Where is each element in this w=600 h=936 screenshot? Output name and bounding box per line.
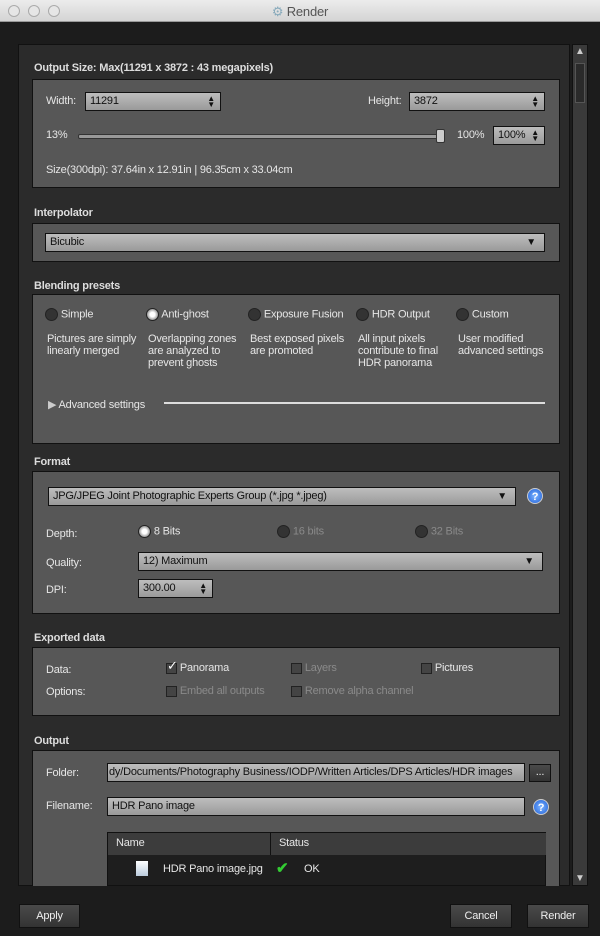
interpolator-select[interactable]: Bicubic ▼ bbox=[45, 233, 545, 252]
output-size-header: Output Size: Max(11291 x 3872 : 43 megap… bbox=[34, 62, 274, 74]
checkbox-icon bbox=[166, 685, 177, 697]
blending-preset-description: All input pixels contribute to final HDR… bbox=[358, 333, 438, 369]
blending-preset-description: User modified advanced settings bbox=[458, 333, 544, 357]
radio-icon bbox=[356, 308, 369, 321]
browse-folder-button[interactable]: ... bbox=[529, 764, 551, 782]
dpi-label: DPI: bbox=[46, 584, 67, 596]
dpi-input[interactable]: 300.00 ▲ ▼ bbox=[138, 579, 213, 598]
radio-icon bbox=[248, 308, 261, 321]
chevron-down-icon: ▼ bbox=[526, 237, 536, 248]
blending-preset-description: Pictures are simply linearly merged bbox=[47, 333, 137, 357]
radio-icon bbox=[45, 308, 58, 321]
title-bar: ⚙ Render bbox=[0, 0, 600, 22]
quality-label: Quality: bbox=[46, 557, 82, 569]
divider bbox=[164, 402, 545, 404]
output-files-table: Name Status HDR Pano image.jpg ✔ OK bbox=[107, 832, 546, 886]
blending-preset-description: Overlapping zones are analyzed to preven… bbox=[148, 333, 237, 369]
filename-input[interactable]: HDR Pano image bbox=[107, 797, 525, 816]
blending-preset-radio[interactable]: Anti-ghost bbox=[146, 308, 209, 321]
scroll-down-icon[interactable]: ▼ bbox=[575, 873, 585, 884]
options-label: Options: bbox=[46, 686, 86, 698]
format-help-icon[interactable]: ? bbox=[527, 488, 543, 504]
exported-panel bbox=[32, 647, 560, 716]
stepper-icon[interactable]: ▲ ▼ bbox=[207, 95, 215, 109]
blending-preset-description: Best exposed pixels are promoted bbox=[250, 333, 345, 357]
output-header: Output bbox=[34, 735, 69, 747]
advanced-settings-toggle[interactable]: ▶ Advanced settings bbox=[48, 398, 145, 411]
scrollbar[interactable]: ▲ ▼ bbox=[572, 44, 588, 886]
filename-label: Filename: bbox=[46, 800, 93, 812]
checkmark-icon: ✓ bbox=[166, 657, 178, 674]
radio-icon bbox=[415, 525, 428, 538]
gear-icon: ⚙ bbox=[271, 4, 284, 19]
layers-checkbox[interactable]: Layers bbox=[291, 662, 337, 674]
exported-header: Exported data bbox=[34, 632, 105, 644]
height-input[interactable]: 3872 ▲ ▼ bbox=[409, 92, 545, 111]
render-button[interactable]: Render bbox=[527, 904, 589, 928]
pictures-checkbox[interactable]: Pictures bbox=[421, 662, 473, 674]
checkbox-icon bbox=[291, 662, 302, 674]
cancel-button[interactable]: Cancel bbox=[450, 904, 512, 928]
filename-help-icon[interactable]: ? bbox=[533, 799, 549, 815]
blending-preset-radio[interactable]: Custom bbox=[456, 308, 509, 321]
stepper-icon[interactable]: ▲ ▼ bbox=[199, 582, 207, 596]
depth-label: Depth: bbox=[46, 528, 78, 540]
radio-icon bbox=[146, 308, 159, 321]
radio-icon bbox=[277, 525, 290, 538]
apply-button[interactable]: Apply bbox=[19, 904, 80, 928]
scrollbar-thumb[interactable] bbox=[575, 63, 585, 103]
data-label: Data: bbox=[46, 664, 72, 676]
embed-outputs-checkbox[interactable]: Embed all outputs bbox=[166, 685, 265, 697]
depth-8bit-radio[interactable]: 8 Bits bbox=[138, 525, 180, 538]
scale-slider[interactable] bbox=[78, 129, 445, 143]
blending-preset-radio[interactable]: Simple bbox=[45, 308, 93, 321]
interpolator-header: Interpolator bbox=[34, 207, 93, 219]
file-icon bbox=[136, 861, 148, 876]
scale-input[interactable]: 100% ▲ ▼ bbox=[493, 126, 545, 145]
format-select[interactable]: JPG/JPEG Joint Photographic Experts Grou… bbox=[48, 487, 516, 506]
width-input[interactable]: 11291 ▲ ▼ bbox=[85, 92, 221, 111]
column-header-status[interactable]: Status bbox=[271, 833, 546, 855]
slider-handle[interactable] bbox=[436, 129, 445, 143]
radio-icon bbox=[138, 525, 151, 538]
panorama-checkbox[interactable]: ✓ Panorama bbox=[166, 657, 229, 674]
checkbox-icon bbox=[421, 662, 432, 674]
scale-min-label: 13% bbox=[46, 129, 68, 141]
remove-alpha-checkbox[interactable]: Remove alpha channel bbox=[291, 685, 414, 697]
window-title: ⚙ Render bbox=[271, 4, 329, 19]
width-label: Width: bbox=[46, 95, 76, 107]
scale-max-label: 100% bbox=[457, 129, 485, 141]
checkmark-icon: ✔ bbox=[276, 860, 289, 877]
blending-preset-radio[interactable]: Exposure Fusion bbox=[248, 308, 344, 321]
depth-16bit-radio[interactable]: 16 bits bbox=[277, 525, 324, 538]
triangle-right-icon: ▶ bbox=[48, 399, 57, 411]
format-header: Format bbox=[34, 456, 71, 468]
checkbox-icon bbox=[291, 685, 302, 697]
stepper-icon[interactable]: ▲ ▼ bbox=[531, 129, 539, 143]
table-row[interactable]: HDR Pano image.jpg ✔ OK bbox=[108, 859, 546, 881]
radio-icon bbox=[456, 308, 469, 321]
blending-header: Blending presets bbox=[34, 280, 121, 292]
blending-preset-radio[interactable]: HDR Output bbox=[356, 308, 430, 321]
column-header-name[interactable]: Name bbox=[108, 833, 271, 855]
size-info: Size(300dpi): 37.64in x 12.91in | 96.35c… bbox=[46, 164, 293, 176]
quality-select[interactable]: 12) Maximum ▼ bbox=[138, 552, 543, 571]
chevron-down-icon: ▼ bbox=[497, 491, 507, 502]
chevron-down-icon: ▼ bbox=[524, 556, 534, 567]
depth-32bit-radio[interactable]: 32 Bits bbox=[415, 525, 463, 538]
height-label: Height: bbox=[368, 95, 402, 107]
folder-input[interactable]: dy/Documents/Photography Business/IODP/W… bbox=[107, 763, 525, 782]
folder-label: Folder: bbox=[46, 767, 79, 779]
stepper-icon[interactable]: ▲ ▼ bbox=[531, 95, 539, 109]
file-name: HDR Pano image.jpg bbox=[163, 863, 263, 875]
scroll-up-icon[interactable]: ▲ bbox=[575, 46, 585, 57]
file-status: OK bbox=[304, 863, 320, 875]
